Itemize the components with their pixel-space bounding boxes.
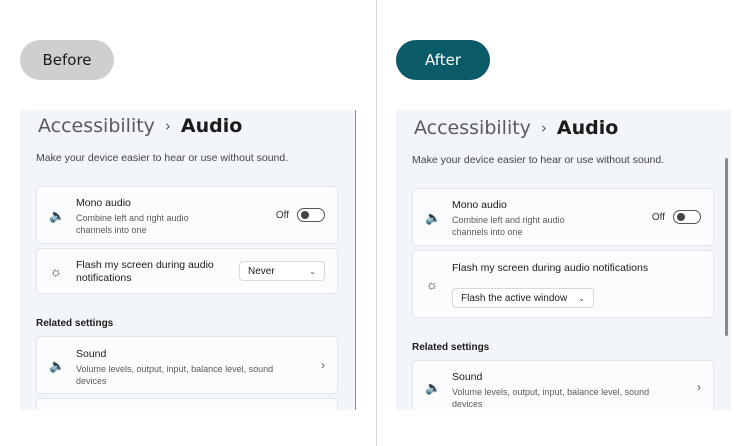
mono-audio-title: Mono audio xyxy=(76,197,131,209)
related-settings-heading: Related settings xyxy=(36,318,114,329)
flash-screen-dropdown[interactable]: Flash the active window ⌄ xyxy=(452,288,594,308)
chevron-right-icon: › xyxy=(697,380,701,394)
sound-desc-2: devices xyxy=(452,399,483,409)
page-title: Audio xyxy=(180,115,243,137)
dropdown-value: Flash the active window xyxy=(461,292,568,304)
mono-audio-toggle-group: Off xyxy=(276,208,325,222)
after-settings-panel: Accessibility › Audio Make your device e… xyxy=(396,110,731,410)
sound-card[interactable]: 🔈 Sound Volume levels, output, input, ba… xyxy=(412,360,714,410)
mono-audio-desc-2: channels into one xyxy=(76,225,147,235)
flash-screen-title-1: Flash my screen during audio xyxy=(76,259,214,271)
breadcrumb-parent[interactable]: Accessibility xyxy=(414,117,531,139)
next-card[interactable] xyxy=(36,398,338,410)
page-title: Audio xyxy=(556,117,619,139)
sound-desc-1: Volume levels, output, input, balance le… xyxy=(76,364,274,374)
chevron-right-icon: › xyxy=(321,358,325,372)
chevron-down-icon: ⌄ xyxy=(578,293,585,303)
speaker-icon: 🔈 xyxy=(425,210,442,225)
mono-audio-card[interactable]: 🔈 Mono audio Combine left and right audi… xyxy=(36,186,338,244)
page-subtitle: Make your device easier to hear or use w… xyxy=(36,152,289,164)
mono-audio-toggle[interactable] xyxy=(673,210,701,224)
comparison-divider xyxy=(376,0,377,446)
breadcrumb-parent[interactable]: Accessibility xyxy=(38,115,155,137)
toggle-state-label: Off xyxy=(651,211,665,223)
before-settings-panel: Accessibility › Audio Make your device e… xyxy=(20,110,356,410)
sun-icon: ☼ xyxy=(50,264,62,279)
flash-screen-card: ☼ Flash my screen during audio notificat… xyxy=(412,250,714,318)
speaker-icon: 🔈 xyxy=(49,358,66,373)
dropdown-value: Never xyxy=(248,265,275,277)
sound-title: Sound xyxy=(452,371,483,383)
flash-screen-title: Flash my screen during audio notificatio… xyxy=(452,262,649,274)
breadcrumb-separator: › xyxy=(540,119,547,137)
mono-audio-desc-2: channels into one xyxy=(452,227,523,237)
mono-audio-desc-1: Combine left and right audio xyxy=(76,213,189,223)
after-label: After xyxy=(396,40,490,80)
flash-screen-card: ☼ Flash my screen during audio notificat… xyxy=(36,248,338,294)
before-label: Before xyxy=(20,40,114,80)
chevron-down-icon: ⌄ xyxy=(309,266,316,276)
sound-desc-1: Volume levels, output, input, balance le… xyxy=(452,387,650,397)
toggle-state-label: Off xyxy=(275,209,289,221)
breadcrumb: Accessibility › Audio xyxy=(38,115,242,137)
flash-screen-title-2: notifications xyxy=(76,272,132,284)
mono-audio-desc-1: Combine left and right audio xyxy=(452,215,565,225)
sun-icon: ☼ xyxy=(426,277,438,292)
breadcrumb-separator: › xyxy=(164,117,171,135)
mono-audio-toggle-group: Off xyxy=(652,210,701,224)
sound-card[interactable]: 🔈 Sound Volume levels, output, input, ba… xyxy=(36,336,338,394)
sound-title: Sound xyxy=(76,348,107,360)
related-settings-heading: Related settings xyxy=(412,342,490,353)
mono-audio-title: Mono audio xyxy=(452,199,507,211)
scrollbar[interactable] xyxy=(725,158,728,336)
flash-screen-dropdown[interactable]: Never ⌄ xyxy=(239,261,325,281)
mono-audio-toggle[interactable] xyxy=(297,208,325,222)
sound-desc-2: devices xyxy=(76,376,107,386)
mono-audio-card[interactable]: 🔈 Mono audio Combine left and right audi… xyxy=(412,188,714,246)
speaker-icon: 🔈 xyxy=(49,208,66,223)
speaker-icon: 🔈 xyxy=(425,380,442,395)
breadcrumb: Accessibility › Audio xyxy=(414,117,618,139)
page-subtitle: Make your device easier to hear or use w… xyxy=(412,154,665,166)
